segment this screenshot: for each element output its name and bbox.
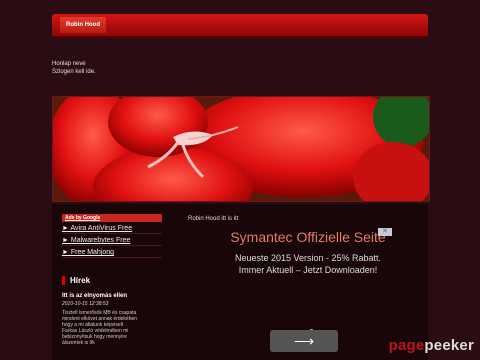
pagepeeker-watermark-logo: pagepeeker [389, 337, 474, 354]
content-area: Ads by Google ► Avira AntiVirus Free ► M… [52, 204, 428, 360]
watermark-part-peeker: peeker [424, 337, 474, 354]
top-nav-bar: Robin Hood [52, 14, 428, 38]
flower-banner-image [52, 96, 430, 202]
symantec-ad[interactable]: ✕ Symantec Offizielle Seite Neueste 2015… [228, 228, 392, 276]
news-heading: Hírek [62, 276, 162, 285]
flower-illustration [53, 97, 429, 201]
watermark-part-page: page [388, 337, 425, 354]
site-header: Honlap neve Szlogen kell ide. [52, 60, 96, 76]
news-post-line: álszentek is ők [62, 340, 95, 346]
ad-close-icon[interactable]: ✕ [378, 228, 392, 236]
main-intro-text: Robin Hood itt is itt [188, 216, 239, 222]
ad-link-avira[interactable]: ► Avira AntiVirus Free [62, 225, 162, 234]
news-post-body: Tisztelt ismerősök MB és csapata mindent… [62, 310, 162, 346]
news-post-title[interactable]: Itt is az elnyomás ellen [62, 293, 162, 299]
sidebar: Ads by Google ► Avira AntiVirus Free ► M… [62, 214, 162, 346]
ads-by-google-label[interactable]: Ads by Google [62, 214, 162, 222]
news-post-date: 2010-10-15 12:38:53 [62, 301, 109, 307]
ad-link-malwarebytes[interactable]: ► Malwarebytes Free [62, 237, 162, 246]
ad-title[interactable]: Symantec Offizielle Seite [228, 228, 388, 246]
nav-tab-robin-hood[interactable]: Robin Hood [60, 17, 106, 33]
site-name: Honlap neve [52, 61, 86, 67]
ad-text: Neueste 2015 Version - 25% Rabatt. Immer… [234, 253, 382, 275]
ad-link-mahjong[interactable]: ► Free Mahjong [62, 249, 162, 258]
site-slogan: Szlogen kell ide. [52, 69, 96, 75]
ad-next-arrow-button[interactable]: ⟶ [270, 330, 338, 352]
